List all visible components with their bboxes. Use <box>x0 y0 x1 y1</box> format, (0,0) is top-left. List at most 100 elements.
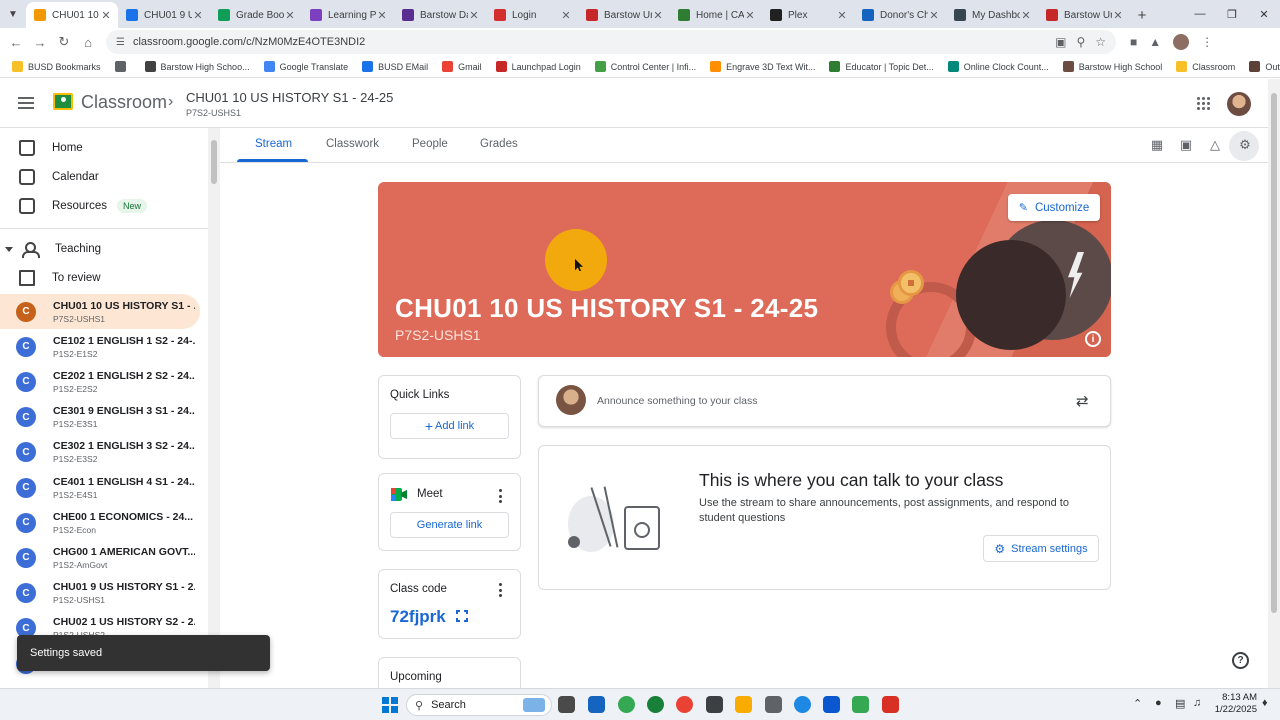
security-app-icon[interactable] <box>794 696 811 713</box>
account-avatar[interactable] <box>1227 92 1251 116</box>
tab-close-icon[interactable]: ✕ <box>652 9 664 22</box>
sidebar-class-item[interactable]: C CHU01 10 US HISTORY S1 - ... P7S2-USHS1 <box>0 294 200 329</box>
chrome-profile-app-icon[interactable] <box>647 696 664 713</box>
chrome-app-icon[interactable] <box>618 696 635 713</box>
close-window-icon[interactable]: ✕ <box>1248 0 1280 28</box>
class-code-more-options-icon[interactable] <box>499 583 503 597</box>
tab-close-icon[interactable]: ✕ <box>284 9 296 22</box>
tab-stream[interactable]: Stream <box>255 138 292 150</box>
task-view-icon[interactable] <box>558 696 575 713</box>
sidebar-item-to-review[interactable]: To review <box>0 263 200 293</box>
screencast-app-icon[interactable] <box>882 696 899 713</box>
chrome-alt-app-icon[interactable] <box>676 696 693 713</box>
app-title[interactable]: Classroom <box>81 92 167 113</box>
tab-people[interactable]: People <box>412 138 448 150</box>
sidebar-item-resources[interactable]: Resources New <box>0 191 200 221</box>
sidebar-class-item[interactable]: C CE102 1 ENGLISH 1 S2 - 24-... P1S2-E1S2 <box>0 329 200 364</box>
sidebar-class-item[interactable]: C CE202 1 ENGLISH 2 S2 - 24... P1S2-E2S2 <box>0 364 200 399</box>
maximize-icon[interactable]: ❐ <box>1216 0 1248 28</box>
zoom-icon[interactable]: ⚲ <box>1076 35 1085 49</box>
minimize-icon[interactable]: — <box>1184 0 1216 28</box>
sidebar-class-item[interactable]: C CE302 1 ENGLISH 3 S2 - 24... P1S2-E3S2 <box>0 435 200 470</box>
browser-tab[interactable]: CHU01 9 US✕ <box>118 2 210 28</box>
back-arrow-icon[interactable]: ← <box>4 30 28 54</box>
extension-icon[interactable]: ■ <box>1130 35 1137 49</box>
browser-tab[interactable]: Home | CA C✕ <box>670 2 762 28</box>
volume-icon[interactable]: ♫ <box>1193 697 1201 709</box>
page-scrollbar[interactable] <box>1268 79 1280 688</box>
browser-tab[interactable]: Learning Pla✕ <box>302 2 394 28</box>
sidebar-scrollbar[interactable] <box>208 128 220 688</box>
taskbar-search[interactable]: ⚲ Search <box>406 694 552 716</box>
tab-close-icon[interactable]: ✕ <box>560 9 572 22</box>
bookmark-item[interactable]: Control Center | Infi... <box>594 61 696 72</box>
microphone-icon[interactable]: ● <box>1155 697 1162 709</box>
classroom-logo-icon[interactable] <box>53 93 73 110</box>
tab-classwork[interactable]: Classwork <box>326 138 379 150</box>
browser-menu-icon[interactable]: ⋮ <box>1201 35 1213 49</box>
tab-close-icon[interactable]: ✕ <box>376 9 388 22</box>
class-code-value[interactable]: 72fjprk <box>390 607 446 627</box>
tab-close-icon[interactable]: ✕ <box>744 9 756 22</box>
sidebar-item-calendar[interactable]: Calendar <box>0 162 200 192</box>
bookmark-star-icon[interactable]: ☆ <box>1095 35 1106 49</box>
bookmark-item[interactable]: BUSD Bookmarks <box>12 61 101 72</box>
bookmark-item[interactable]: Educator | Topic Det... <box>829 61 934 72</box>
tray-overflow-icon[interactable]: ⌃ <box>1133 697 1142 710</box>
sidebar-class-item[interactable]: C CE301 9 ENGLISH 3 S1 - 24... P1S2-E3S1 <box>0 400 200 435</box>
install-app-icon[interactable]: ▣ <box>1055 35 1066 49</box>
network-icon[interactable]: ▤ <box>1175 697 1185 710</box>
terminal-app-icon[interactable] <box>706 696 723 713</box>
sidebar-class-item[interactable]: C CHE00 1 ECONOMICS - 24... P1S2-Econ <box>0 505 200 540</box>
meet-more-options-icon[interactable] <box>499 489 503 503</box>
new-tab-button[interactable]: + <box>1130 2 1154 28</box>
drive-folder-icon[interactable]: △ <box>1207 137 1223 153</box>
main-menu-icon[interactable] <box>18 97 34 109</box>
windows-start-icon[interactable] <box>382 697 398 713</box>
announce-input[interactable]: Announce something to your class <box>597 395 758 407</box>
store-app-icon[interactable] <box>588 696 605 713</box>
bookmark-item[interactable]: Classroom <box>1176 61 1235 72</box>
settings-gear-icon[interactable]: ⚙ <box>1237 137 1253 153</box>
browser-tab[interactable]: Login ✕ <box>486 2 578 28</box>
sidebar-section-teaching[interactable]: Teaching <box>0 234 200 264</box>
outlook-app-icon[interactable] <box>823 696 840 713</box>
tab-grades[interactable]: Grades <box>480 138 518 150</box>
browser-tab[interactable]: Plex ✕ <box>762 2 854 28</box>
file-explorer-icon[interactable] <box>735 696 752 713</box>
sidebar-item-home[interactable]: Home <box>0 133 200 163</box>
tab-close-icon[interactable]: ✕ <box>468 9 480 22</box>
bookmark-item[interactable]: Gmail <box>442 61 482 72</box>
tab-close-icon[interactable]: ✕ <box>1112 9 1124 22</box>
browser-tab[interactable]: Barstow Day✕ <box>394 2 486 28</box>
stream-settings-button[interactable]: ⚙ Stream settings <box>983 535 1099 562</box>
tab-close-icon[interactable]: ✕ <box>928 9 940 22</box>
bookmark-item[interactable]: Launchpad Login <box>495 61 581 72</box>
bookmark-item[interactable]: Outline - Computer... <box>1249 61 1280 72</box>
site-info-icon[interactable]: ☰ <box>116 37 125 48</box>
address-bar[interactable]: ☰ classroom.google.com/c/NzM0MzE4OTE3NDI… <box>106 30 1116 54</box>
tab-close-icon[interactable]: ✕ <box>192 9 204 22</box>
customize-button[interactable]: ✎ Customize <box>1008 194 1100 221</box>
gradebook-report-icon[interactable]: ▦ <box>1149 137 1165 153</box>
fullscreen-expand-icon[interactable] <box>455 609 469 623</box>
bookmark-item[interactable]: Engrave 3D Text Wit... <box>710 61 815 72</box>
network-app-icon[interactable] <box>765 696 782 713</box>
browser-tab[interactable]: Grade Book✕ <box>210 2 302 28</box>
help-icon[interactable]: ? <box>1232 652 1249 669</box>
bookmark-item[interactable]: Google Translate <box>263 61 348 72</box>
bookmark-item[interactable]: Barstow High School <box>1062 61 1162 72</box>
bookmark-item[interactable] <box>114 61 131 72</box>
class-info-icon[interactable]: i <box>1085 331 1101 347</box>
tab-close-icon[interactable]: ✕ <box>1020 9 1032 22</box>
tab-close-icon[interactable]: ✕ <box>100 9 112 22</box>
bookmark-item[interactable]: Barstow High Schoo... <box>144 61 250 72</box>
extensions-puzzle-icon[interactable]: ▲ <box>1149 35 1161 49</box>
forward-arrow-icon[interactable]: → <box>28 30 52 54</box>
browser-profile-avatar[interactable] <box>1173 34 1190 50</box>
browser-tab[interactable]: CHU01 10 US✕ <box>26 2 118 28</box>
google-apps-icon[interactable] <box>1197 97 1211 111</box>
tab-search-icon[interactable]: ▼ <box>0 0 26 28</box>
browser-tab[interactable]: Barstow Uni✕ <box>578 2 670 28</box>
tab-close-icon[interactable]: ✕ <box>836 9 848 22</box>
